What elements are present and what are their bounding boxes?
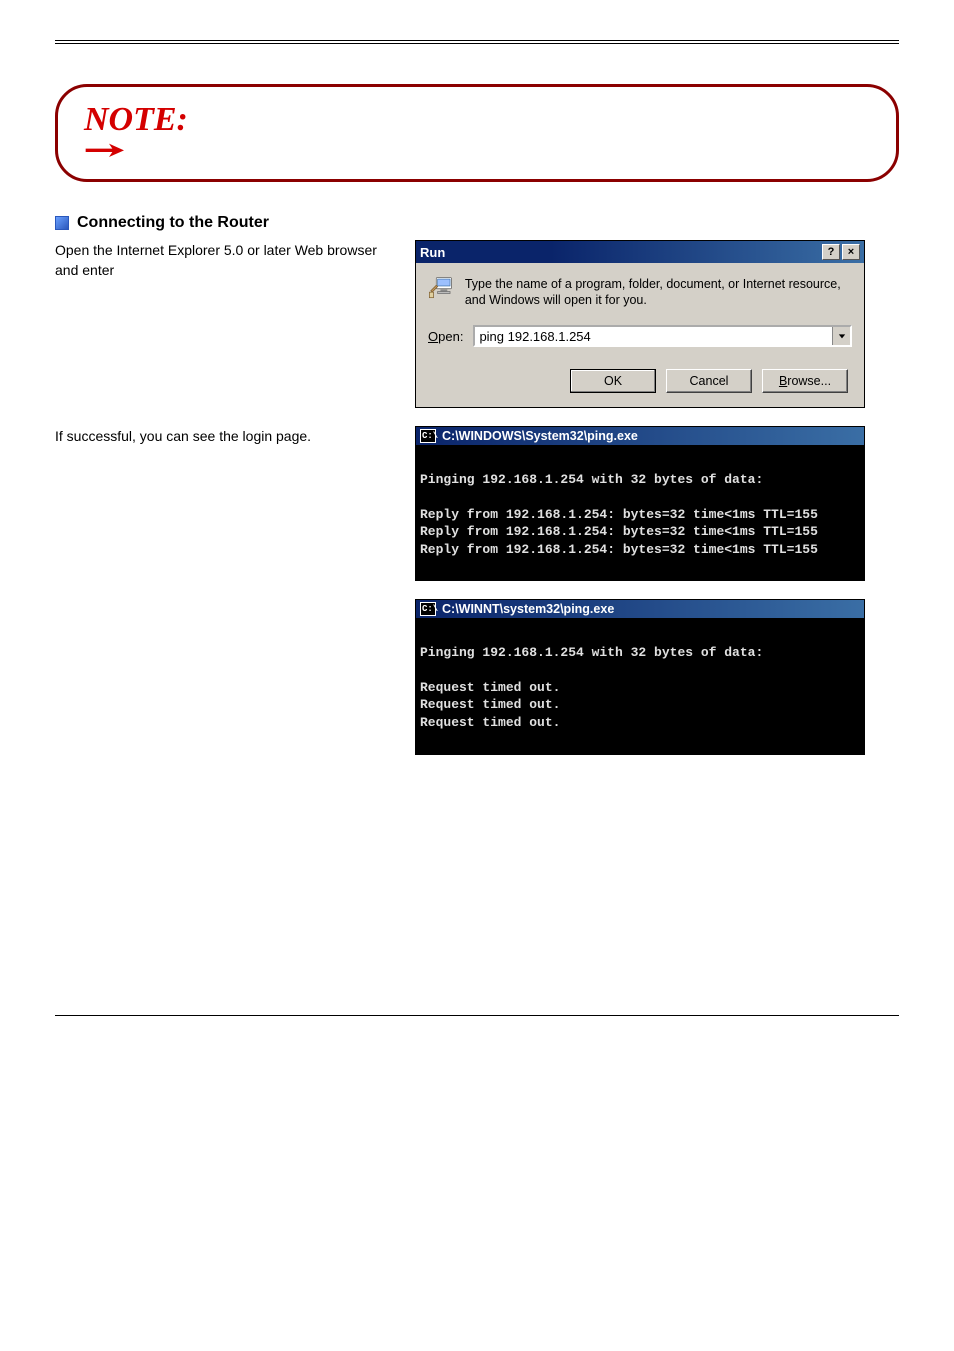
run-program-icon bbox=[428, 277, 453, 309]
ok-button[interactable]: OK bbox=[570, 369, 656, 393]
console-titlebar-1: C:\ C:\WINDOWS\System32\ping.exe bbox=[416, 427, 864, 445]
open-combobox[interactable] bbox=[473, 325, 852, 347]
note-label: NOTE: bbox=[84, 103, 188, 137]
console-output-1: Pinging 192.168.1.254 with 32 bytes of d… bbox=[416, 445, 864, 580]
browse-button[interactable]: Browse... bbox=[762, 369, 848, 393]
run-dialog: Run ? × bbox=[415, 240, 865, 408]
console-title-2: C:\WINNT\system32\ping.exe bbox=[442, 602, 614, 616]
cancel-button[interactable]: Cancel bbox=[666, 369, 752, 393]
bottom-rule bbox=[55, 1015, 899, 1016]
open-label: Open: bbox=[428, 329, 463, 344]
console-title-1: C:\WINDOWS\System32\ping.exe bbox=[442, 429, 638, 443]
bullet-icon bbox=[55, 216, 69, 230]
top-rule bbox=[55, 40, 899, 44]
console-titlebar-2: C:\ C:\WINNT\system32\ping.exe bbox=[416, 600, 864, 618]
instruction-text-3 bbox=[55, 599, 395, 754]
console-output-2: Pinging 192.168.1.254 with 32 bytes of d… bbox=[416, 618, 864, 753]
run-dialog-description: Type the name of a program, folder, docu… bbox=[465, 277, 852, 308]
close-button[interactable]: × bbox=[842, 244, 860, 260]
open-input[interactable] bbox=[475, 327, 832, 345]
cmd-icon: C:\ bbox=[420, 429, 436, 443]
section-heading: Connecting to the Router bbox=[55, 214, 899, 232]
console-window-timeout: C:\ C:\WINNT\system32\ping.exe Pinging 1… bbox=[415, 599, 865, 754]
note-callout: NOTE: bbox=[55, 84, 899, 182]
cmd-icon: C:\ bbox=[420, 602, 436, 616]
console-window-success: C:\ C:\WINDOWS\System32\ping.exe Pinging… bbox=[415, 426, 865, 581]
dropdown-button[interactable] bbox=[832, 327, 850, 345]
instruction-text-1: Open the Internet Explorer 5.0 or later … bbox=[55, 240, 395, 408]
section-title: Connecting to the Router bbox=[77, 214, 269, 232]
help-button[interactable]: ? bbox=[822, 244, 840, 260]
run-dialog-title: Run bbox=[420, 245, 445, 260]
run-dialog-titlebar: Run ? × bbox=[416, 241, 864, 263]
instruction-text-2: If successful, you can see the login pag… bbox=[55, 426, 395, 581]
pointing-hand-icon bbox=[84, 137, 134, 163]
